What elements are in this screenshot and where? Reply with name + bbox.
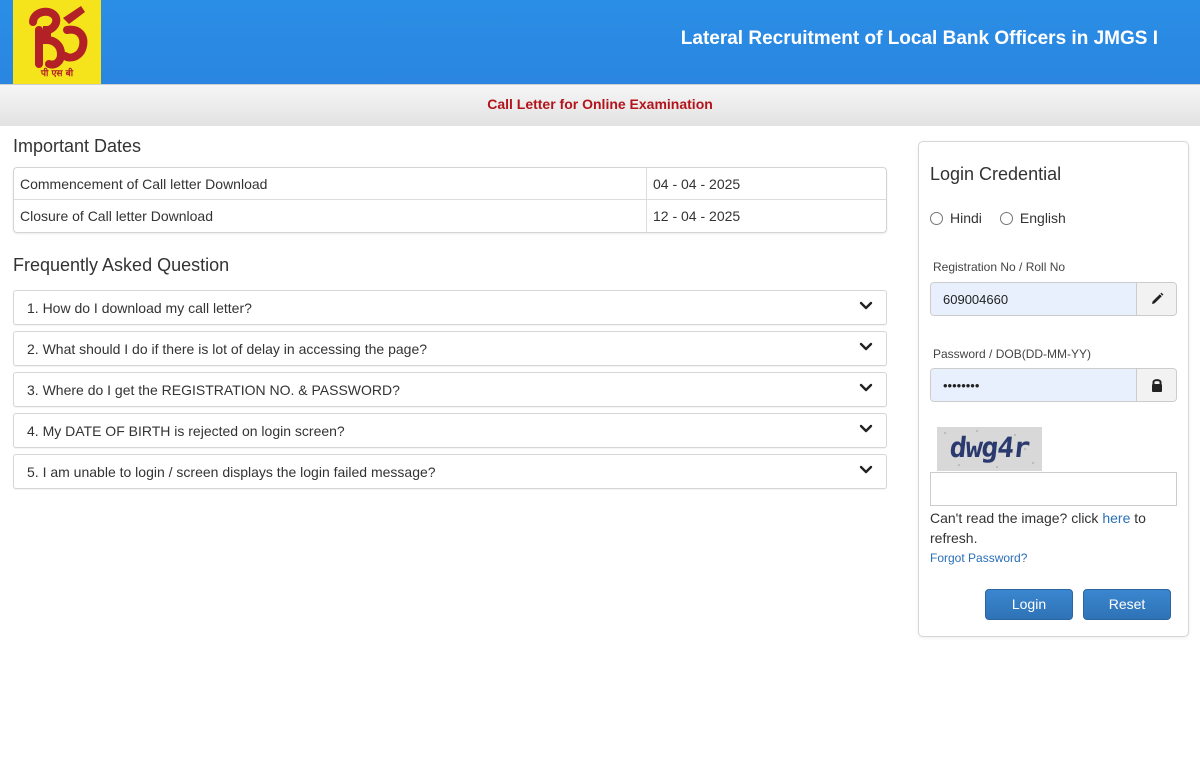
faq-title: Frequently Asked Question [13,255,230,275]
registration-label: Registration No / Roll No [933,260,1066,274]
chevron-down-icon [859,383,873,392]
table-row: Commencement of Call letter Download 04 … [14,168,886,200]
date-value: 04 - 04 - 2025 [653,176,741,192]
reset-button[interactable]: Reset [1083,589,1171,620]
header: पी एस बी Lateral Recruitment of Local Ba… [0,0,1200,84]
forgot-password-link[interactable]: Forgot Password? [930,551,1027,565]
faq-question: 2. What should I do if there is lot of d… [27,341,428,357]
chevron-down-icon [859,342,873,351]
pencil-icon [1151,292,1163,304]
subheader-bar: Call Letter for Online Examination [0,84,1200,126]
password-field [930,368,1177,402]
chevron-down-icon [859,424,873,433]
password-addon [1136,369,1176,401]
faq-item-2[interactable]: 2. What should I do if there is lot of d… [13,331,887,366]
faq-item-4[interactable]: 4. My DATE OF BIRTH is rejected on login… [13,413,887,448]
language-radio-group: Hindi English [930,210,1084,226]
registration-field [930,282,1177,316]
main-content: Important Dates Commencement of Call let… [13,136,887,495]
site-title: Lateral Recruitment of Local Bank Office… [680,28,1158,49]
faq-item-1[interactable]: 1. How do I download my call letter? [13,290,887,325]
table-row: Closure of Call letter Download 12 - 04 … [14,200,886,232]
registration-input[interactable] [931,283,1136,315]
faq-question: 5. I am unable to login / screen display… [27,464,436,480]
important-dates-table: Commencement of Call letter Download 04 … [13,167,887,233]
important-dates-title: Important Dates [13,136,142,156]
faq-question: 3. Where do I get the REGISTRATION NO. &… [27,382,400,398]
login-button[interactable]: Login [985,589,1073,620]
chevron-down-icon [859,465,873,474]
date-label: Commencement of Call letter Download [14,168,647,199]
faq-list: 1. How do I download my call letter? 2. … [13,290,887,489]
registration-addon [1136,283,1176,315]
page-title: Call Letter for Online Examination [487,96,713,112]
logo-text: पी एस बी [40,69,74,79]
faq-item-5[interactable]: 5. I am unable to login / screen display… [13,454,887,489]
lock-icon [1151,379,1162,392]
refresh-prefix: Can't read the image? click [930,510,1103,526]
captcha-image: dwg4r [937,427,1042,471]
psb-logo: पी एस बी [13,0,101,84]
radio-hindi-label[interactable]: Hindi [950,210,982,226]
refresh-link[interactable]: here [1102,510,1130,526]
faq-question: 4. My DATE OF BIRTH is rejected on login… [27,423,345,439]
chevron-down-icon [859,301,873,310]
captcha-refresh-text: Can't read the image? click here to refr… [930,508,1180,548]
date-value: 12 - 04 - 2025 [653,208,741,224]
captcha-text: dwg4r [948,431,1031,464]
password-input[interactable] [931,369,1136,401]
radio-english[interactable] [999,211,1013,225]
login-title: Login Credential [930,164,1062,184]
login-panel: Login Credential Hindi English Registrat… [918,141,1189,637]
password-label: Password / DOB(DD-MM-YY) [933,347,1092,361]
radio-english-label[interactable]: English [1020,210,1066,226]
date-label: Closure of Call letter Download [14,200,647,232]
captcha-input[interactable] [930,472,1177,506]
radio-hindi[interactable] [930,211,943,225]
faq-item-3[interactable]: 3. Where do I get the REGISTRATION NO. &… [13,372,887,407]
faq-question: 1. How do I download my call letter? [27,300,252,316]
